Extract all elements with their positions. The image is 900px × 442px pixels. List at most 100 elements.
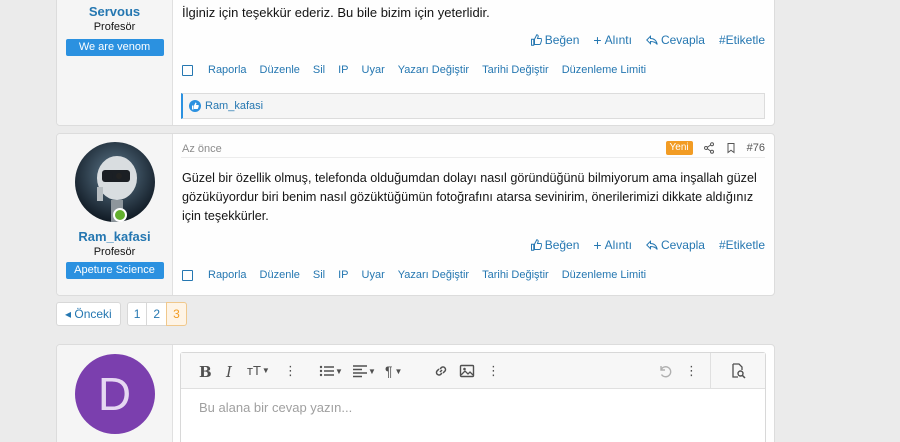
tag-button[interactable]: #Etiketle bbox=[719, 33, 765, 47]
chevron-down-icon: ▼ bbox=[368, 366, 376, 376]
post-user-column: Ram_kafasi Profesör Apeture Science bbox=[57, 134, 173, 295]
post-main: Az önce Yeni #76 Güzel bir özellik olmuş… bbox=[173, 134, 774, 295]
reply-avatar[interactable]: D bbox=[74, 354, 155, 434]
chevron-down-icon: ▼ bbox=[261, 366, 270, 375]
mod-link[interactable]: Düzenleme Limiti bbox=[562, 64, 646, 76]
like-label: Beğen bbox=[544, 238, 580, 252]
quote-label: Alıntı bbox=[604, 238, 632, 252]
select-checkbox[interactable] bbox=[182, 64, 193, 76]
link-icon bbox=[435, 366, 447, 376]
user-title: Profesör bbox=[93, 246, 136, 258]
user-banner: We are venom bbox=[65, 39, 164, 56]
reactions-bar[interactable]: Ram_kafasi bbox=[181, 93, 765, 119]
post-text: Güzel bir özellik olmuş, telefonda olduğ… bbox=[182, 171, 757, 223]
plus-icon: + bbox=[593, 237, 602, 253]
reply-button[interactable]: Cevapla bbox=[645, 238, 705, 252]
post-number[interactable]: #76 bbox=[747, 142, 765, 154]
page-link[interactable]: 1 bbox=[126, 302, 148, 326]
post-user-column: Servous Profesör We are venom bbox=[57, 0, 173, 125]
post-main: İlginiz için teşekkür ederiz. Bu bile bi… bbox=[173, 0, 774, 125]
toolbar-divider bbox=[710, 353, 711, 389]
mod-link[interactable]: Uyar bbox=[362, 269, 385, 281]
like-reaction-icon bbox=[189, 100, 201, 112]
reply-input[interactable]: Bu alana bir cevap yazın... bbox=[199, 400, 352, 415]
italic-button[interactable]: I bbox=[226, 363, 232, 381]
more-options-icon[interactable]: ⋮ bbox=[487, 363, 500, 379]
mod-link[interactable]: Sil bbox=[313, 64, 325, 76]
mod-link[interactable]: Sil bbox=[313, 269, 325, 281]
moderator-links: Raporla Düzenle Sil IP Uyar Yazarı Değiş… bbox=[182, 64, 659, 76]
mod-link[interactable]: Tarihi Değiştir bbox=[482, 64, 549, 76]
mod-link[interactable]: Uyar bbox=[362, 64, 385, 76]
more-options-icon[interactable]: ⋮ bbox=[284, 363, 297, 379]
bookmark-icon[interactable] bbox=[725, 142, 737, 154]
avatar-letter: D bbox=[97, 368, 132, 420]
reply-user-column: D bbox=[57, 345, 173, 442]
mod-link[interactable]: Yazarı Değiştir bbox=[398, 269, 469, 281]
reply-editor: B I тT ▼ ⋮ ▼ ▼ ¶ ▼ ⋮ ⋮ Bu alana bir ceva… bbox=[180, 352, 766, 442]
post-servous: Servous Profesör We are venom İlginiz iç… bbox=[56, 0, 775, 126]
link-button[interactable] bbox=[433, 363, 449, 379]
like-button[interactable]: Beğen bbox=[530, 33, 580, 47]
post-header: Az önce Yeni #76 bbox=[181, 140, 765, 158]
username[interactable]: Ram_kafasi bbox=[78, 229, 150, 244]
post-ram-kafasi: Ram_kafasi Profesör Apeture Science Az ö… bbox=[56, 133, 775, 296]
align-button[interactable]: ▼ bbox=[352, 363, 376, 379]
mod-link[interactable]: Tarihi Değiştir bbox=[482, 269, 549, 281]
share-icon[interactable] bbox=[703, 142, 715, 154]
like-button[interactable]: Beğen bbox=[530, 238, 580, 252]
mod-link[interactable]: IP bbox=[338, 64, 348, 76]
user-banner: Apeture Science bbox=[65, 262, 164, 279]
user-title: Profesör bbox=[93, 21, 136, 33]
tag-label: #Etiketle bbox=[718, 33, 765, 47]
post-actions: Beğen + Alıntı Cevapla #Etiketle bbox=[530, 32, 765, 48]
mod-link[interactable]: Raporla bbox=[208, 269, 247, 281]
quote-button[interactable]: + Alıntı bbox=[593, 237, 632, 253]
undo-button[interactable] bbox=[657, 363, 673, 379]
mod-link[interactable]: Düzenle bbox=[260, 64, 300, 76]
reply-button[interactable]: Cevapla bbox=[645, 33, 705, 47]
quote-button[interactable]: + Alıntı bbox=[593, 32, 632, 48]
text-size-icon: тT bbox=[247, 363, 261, 378]
image-icon bbox=[459, 364, 475, 378]
previous-page-button[interactable]: ◂ Önceki bbox=[56, 302, 121, 326]
undo-icon bbox=[660, 366, 672, 378]
chevron-down-icon: ▼ bbox=[335, 366, 343, 376]
like-label: Beğen bbox=[544, 33, 580, 47]
mod-link[interactable]: Düzenleme Limiti bbox=[562, 269, 646, 281]
more-options-icon[interactable]: ⋮ bbox=[685, 363, 698, 379]
pagination: ◂ Önceki 1 2 3 bbox=[56, 302, 187, 326]
thumbs-up-icon bbox=[530, 239, 542, 251]
preview-button[interactable] bbox=[730, 363, 746, 379]
tag-button[interactable]: #Etiketle bbox=[719, 238, 765, 252]
plus-icon: + bbox=[593, 32, 602, 48]
reply-icon bbox=[645, 240, 658, 250]
chevron-down-icon: ▼ bbox=[394, 366, 403, 376]
list-button[interactable]: ▼ bbox=[319, 363, 343, 379]
new-badge: Yeni bbox=[665, 141, 693, 155]
page-numbers: 1 2 3 bbox=[126, 302, 187, 326]
mod-link[interactable]: Raporla bbox=[208, 64, 247, 76]
mod-link[interactable]: Düzenle bbox=[260, 269, 300, 281]
page-link[interactable]: 2 bbox=[146, 302, 168, 326]
moderator-links: Raporla Düzenle Sil IP Uyar Yazarı Değiş… bbox=[182, 269, 659, 281]
image-button[interactable] bbox=[459, 363, 475, 379]
mod-link[interactable]: IP bbox=[338, 269, 348, 281]
username[interactable]: Servous bbox=[89, 4, 140, 19]
avatar[interactable] bbox=[74, 142, 155, 222]
bold-button[interactable]: B bbox=[199, 363, 212, 381]
post-time[interactable]: Az önce bbox=[182, 143, 222, 155]
paragraph-icon: ¶ bbox=[385, 363, 393, 379]
thumbs-up-icon bbox=[530, 34, 542, 46]
text-size-button[interactable]: тT ▼ bbox=[247, 363, 270, 378]
reaction-user[interactable]: Ram_kafasi bbox=[205, 100, 263, 112]
mod-link[interactable]: Yazarı Değiştir bbox=[398, 64, 469, 76]
post-header-tools: Yeni #76 bbox=[665, 141, 765, 155]
post-actions: Beğen + Alıntı Cevapla #Etiketle bbox=[530, 237, 765, 253]
page-link-current[interactable]: 3 bbox=[166, 302, 187, 326]
paragraph-button[interactable]: ¶ ▼ bbox=[385, 363, 402, 379]
reply-label: Cevapla bbox=[660, 33, 705, 47]
online-status-icon bbox=[112, 208, 127, 222]
select-checkbox[interactable] bbox=[182, 269, 193, 281]
editor-toolbar: B I тT ▼ ⋮ ▼ ▼ ¶ ▼ ⋮ ⋮ bbox=[181, 353, 765, 389]
